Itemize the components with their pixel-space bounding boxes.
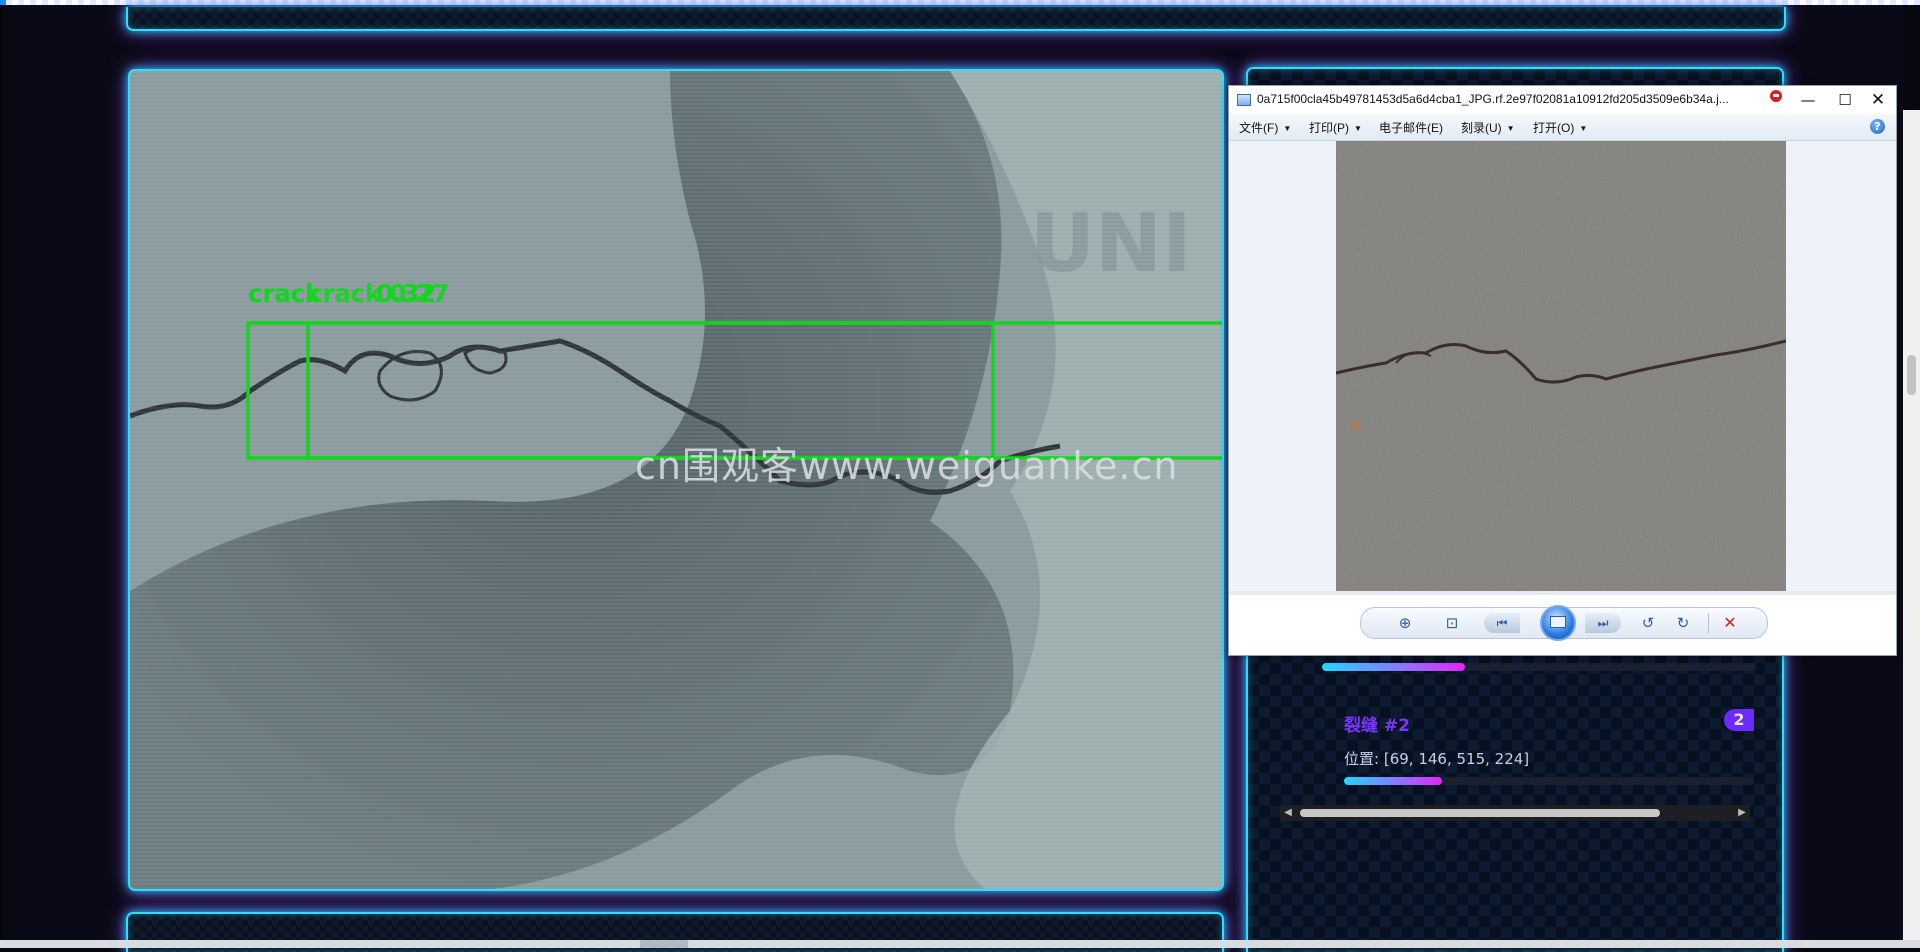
slideshow-screen [1550,616,1566,628]
menu-burn-label: 刻录(U) [1461,121,1502,135]
rotate-left-icon[interactable]: ↺ [1637,613,1659,633]
scroll-thumb[interactable] [1300,809,1660,817]
menu-print-label: 打印(P) [1309,121,1349,135]
minimize-button[interactable]: — [1789,88,1827,112]
chevron-down-icon: ▼ [1283,124,1292,134]
photo-viewer-window: 0a715f00cla45b49781453d5a6d4cba1_JPG.rf.… [1228,85,1897,656]
menu-email-label: 电子邮件(E) [1379,121,1443,135]
close-button[interactable]: ✕ [1859,88,1897,112]
photo-viewer-title: 0a715f00cla45b49781453d5a6d4cba1_JPG.rf.… [1257,92,1729,106]
menu-file[interactable]: 文件(F) ▼ [1239,119,1291,136]
photo-viewer-canvas [1229,141,1896,591]
delete-icon[interactable]: ✕ [1719,613,1741,633]
menu-open[interactable]: 打开(O) ▼ [1533,119,1587,136]
taskbar [0,940,1920,948]
toolbar-separator [1708,613,1709,633]
notification-flag-icon[interactable] [1769,89,1783,103]
photo-viewer-menubar: 文件(F) ▼ 打印(P) ▼ 电子邮件(E) 刻录(U) ▼ 打开(O) ▼ ? [1229,114,1896,141]
result-badge: 2 [1724,709,1754,731]
page-scroll-thumb[interactable] [1907,355,1916,395]
confidence-fill-2 [1344,777,1443,785]
scroll-right-icon[interactable]: ▶ [1734,805,1750,821]
result-item[interactable]: 裂缝 #2 2 位置: [69, 146, 515, 224] [1344,709,1754,785]
menu-print[interactable]: 打印(P) ▼ [1309,119,1362,136]
menu-file-label: 文件(F) [1239,121,1279,135]
result-position: 位置: [69, 146, 515, 224] [1344,748,1754,769]
result-position-value: [69, 146, 515, 224] [1383,750,1530,768]
rotate-right-icon[interactable]: ↻ [1672,613,1694,633]
photo-viewer-app-icon [1237,94,1251,106]
results-horizontal-scrollbar[interactable]: ◀ ▶ [1280,805,1750,821]
confidence-fill-1 [1322,663,1466,671]
zoom-in-icon[interactable]: ⊕ [1394,613,1416,633]
chevron-down-icon: ▼ [1579,124,1588,134]
asphalt-crack-photo [1336,141,1786,591]
menu-email[interactable]: 电子邮件(E) [1379,119,1443,136]
result-position-label: 位置: [1344,750,1380,768]
result-title: 裂缝 #2 [1344,716,1410,736]
help-icon[interactable]: ? [1870,119,1885,134]
menu-open-label: 打开(O) [1533,121,1575,135]
photo-viewer-titlebar[interactable]: 0a715f00cla45b49781453d5a6d4cba1_JPG.rf.… [1229,86,1896,114]
previous-icon[interactable]: ⏮ [1484,613,1520,633]
scroll-left-icon[interactable]: ◀ [1280,805,1296,821]
header-panel [126,7,1786,31]
watermark-text: cn围观客www.weiguanke.cn [635,444,1179,488]
photo-viewer-toolbar: ⊕ ⊡ ⏮ ⏭ ↺ ↻ ✕ [1229,595,1896,655]
page-scrollbar[interactable] [1903,110,1920,940]
confidence-bar-2 [1344,777,1754,785]
taskbar-item[interactable] [640,940,688,948]
detection-label-3: 0.32 [376,279,436,308]
menu-burn[interactable]: 刻录(U) ▼ [1461,119,1515,136]
confidence-bar-1 [1322,663,1756,671]
chevron-down-icon: ▼ [1506,124,1515,134]
slideshow-icon[interactable] [1540,605,1576,641]
fit-window-icon[interactable]: ⊡ [1441,613,1463,633]
chevron-down-icon: ▼ [1354,124,1362,134]
next-icon[interactable]: ⏭ [1585,613,1621,633]
